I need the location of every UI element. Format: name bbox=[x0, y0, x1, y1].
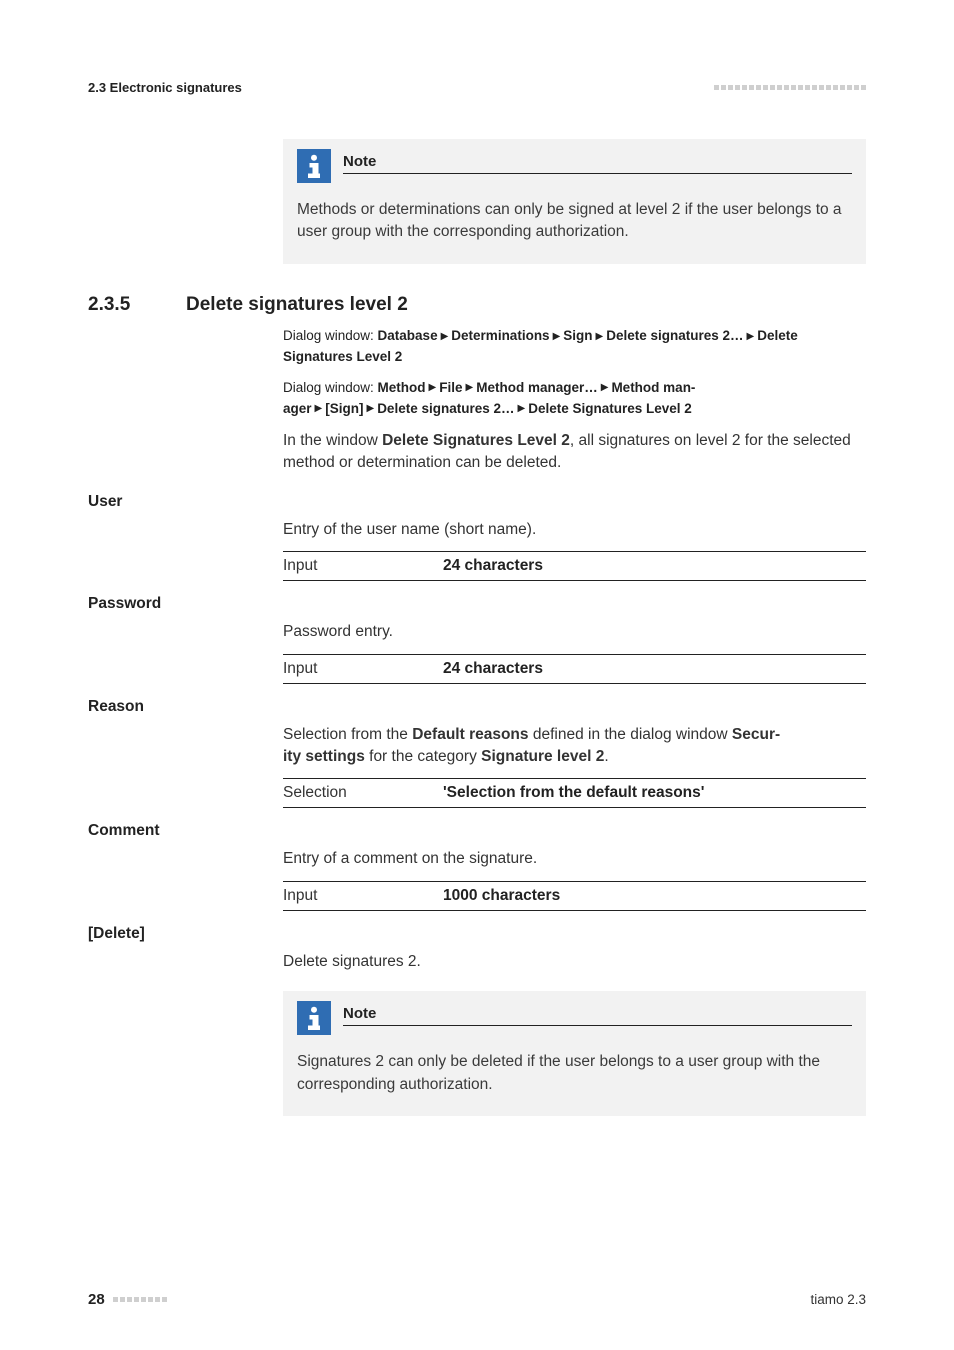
reason-b: Default reasons bbox=[412, 726, 528, 743]
info-icon bbox=[297, 149, 331, 183]
section-title: Delete signatures level 2 bbox=[186, 294, 408, 316]
field-body-password: Password entry. Input 24 characters bbox=[283, 621, 866, 683]
page-number: 28 bbox=[88, 1291, 105, 1308]
dialog-path-1: Dialog window: Database▶Determinations▶S… bbox=[283, 326, 866, 368]
dlg2-p7: Delete Signatures Level 2 bbox=[528, 401, 692, 416]
section-number: 2.3.5 bbox=[88, 294, 158, 316]
product-name: tiamo 2.3 bbox=[810, 1292, 866, 1307]
reason-h: . bbox=[604, 748, 608, 765]
dialog-lead: Dialog window: bbox=[283, 380, 378, 395]
triangle-icon: ▶ bbox=[550, 329, 564, 345]
kv-val: 24 characters bbox=[443, 660, 543, 678]
field-desc-reason: Selection from the Default reasons defin… bbox=[283, 724, 866, 769]
note-title-wrap: Note bbox=[343, 149, 852, 174]
dialog-path-2: Dialog window: Method▶File▶Method manage… bbox=[283, 378, 866, 420]
field-body-comment: Entry of a comment on the signature. Inp… bbox=[283, 848, 866, 910]
triangle-icon: ▶ bbox=[463, 380, 477, 396]
note-title: Note bbox=[343, 153, 852, 174]
intro-a: In the window bbox=[283, 432, 382, 449]
field-body-user: Entry of the user name (short name). Inp… bbox=[283, 519, 866, 581]
dlg2-p3: Method manager… bbox=[476, 380, 598, 395]
reason-e: ity settings bbox=[283, 748, 365, 765]
kv-val: 'Selection from the default reasons' bbox=[443, 784, 704, 802]
note-title-wrap: Note bbox=[343, 1001, 852, 1026]
field-label-password: Password bbox=[88, 595, 866, 613]
note-header: Note bbox=[297, 1001, 852, 1035]
dlg1-p2: Determinations bbox=[451, 328, 549, 343]
kv-row-reason: Selection 'Selection from the default re… bbox=[283, 778, 866, 808]
dlg2-p4a: Method man- bbox=[611, 380, 695, 395]
reason-f: for the category bbox=[365, 748, 481, 765]
field-label-user: User bbox=[88, 493, 866, 511]
triangle-icon: ▶ bbox=[426, 380, 440, 396]
reason-d: Secur- bbox=[732, 726, 780, 743]
kv-val: 24 characters bbox=[443, 557, 543, 575]
note-header: Note bbox=[297, 149, 852, 183]
note-body: Methods or determinations can only be si… bbox=[297, 199, 852, 244]
kv-key: Input bbox=[283, 557, 443, 575]
header-section-path: 2.3 Electronic signatures bbox=[88, 80, 242, 95]
footer-ornament bbox=[113, 1297, 167, 1302]
dlg1-p1: Database bbox=[378, 328, 438, 343]
triangle-icon: ▶ bbox=[744, 329, 758, 345]
kv-row-password: Input 24 characters bbox=[283, 654, 866, 684]
kv-val: 1000 characters bbox=[443, 887, 560, 905]
kv-key: Selection bbox=[283, 784, 443, 802]
triangle-icon: ▶ bbox=[593, 329, 607, 345]
reason-c: defined in the dialog window bbox=[529, 726, 732, 743]
triangle-icon: ▶ bbox=[312, 401, 326, 417]
field-body-delete: Delete signatures 2. Note Signatures 2 c… bbox=[283, 951, 866, 1116]
kv-key: Input bbox=[283, 660, 443, 678]
field-body-reason: Selection from the Default reasons defin… bbox=[283, 724, 866, 809]
page-footer: 28 tiamo 2.3 bbox=[88, 1291, 866, 1308]
field-desc-delete: Delete signatures 2. bbox=[283, 951, 866, 973]
reason-a: Selection from the bbox=[283, 726, 412, 743]
info-icon bbox=[297, 1001, 331, 1035]
note-title: Note bbox=[343, 1005, 852, 1026]
field-desc-comment: Entry of a comment on the signature. bbox=[283, 848, 866, 870]
note-block-top: Note Methods or determinations can only … bbox=[283, 139, 866, 264]
page-number-wrap: 28 bbox=[88, 1291, 167, 1308]
note-body: Signatures 2 can only be deleted if the … bbox=[297, 1051, 852, 1096]
note-block-bottom: Note Signatures 2 can only be deleted if… bbox=[283, 991, 866, 1116]
page: 2.3 Electronic signatures Note Methods o… bbox=[0, 0, 954, 1350]
kv-row-comment: Input 1000 characters bbox=[283, 881, 866, 911]
field-desc-password: Password entry. bbox=[283, 621, 866, 643]
section-body: Dialog window: Database▶Determinations▶S… bbox=[283, 326, 866, 475]
intro-paragraph: In the window Delete Signatures Level 2,… bbox=[283, 430, 866, 475]
triangle-icon: ▶ bbox=[515, 401, 529, 417]
intro-b: Delete Signatures Level 2 bbox=[382, 432, 570, 449]
field-label-reason: Reason bbox=[88, 698, 866, 716]
dlg1-p3: Sign bbox=[563, 328, 592, 343]
running-header: 2.3 Electronic signatures bbox=[88, 80, 866, 95]
dialog-lead: Dialog window: bbox=[283, 328, 378, 343]
field-label-delete: [Delete] bbox=[88, 925, 866, 943]
triangle-icon: ▶ bbox=[438, 329, 452, 345]
dlg2-p5: [Sign] bbox=[325, 401, 363, 416]
kv-row-user: Input 24 characters bbox=[283, 551, 866, 581]
field-desc-user: Entry of the user name (short name). bbox=[283, 519, 866, 541]
header-ornament bbox=[714, 85, 866, 90]
reason-g: Signature level 2 bbox=[481, 748, 604, 765]
dlg2-p4b: ager bbox=[283, 401, 312, 416]
field-label-comment: Comment bbox=[88, 822, 866, 840]
dlg2-p6: Delete signatures 2… bbox=[377, 401, 514, 416]
dlg2-p1: Method bbox=[378, 380, 426, 395]
dlg1-p4: Delete signatures 2… bbox=[606, 328, 743, 343]
content-column: Note Methods or determinations can only … bbox=[283, 139, 866, 264]
triangle-icon: ▶ bbox=[598, 380, 612, 396]
triangle-icon: ▶ bbox=[363, 401, 377, 417]
kv-key: Input bbox=[283, 887, 443, 905]
section-heading: 2.3.5 Delete signatures level 2 bbox=[88, 294, 866, 316]
dlg2-p2: File bbox=[439, 380, 462, 395]
